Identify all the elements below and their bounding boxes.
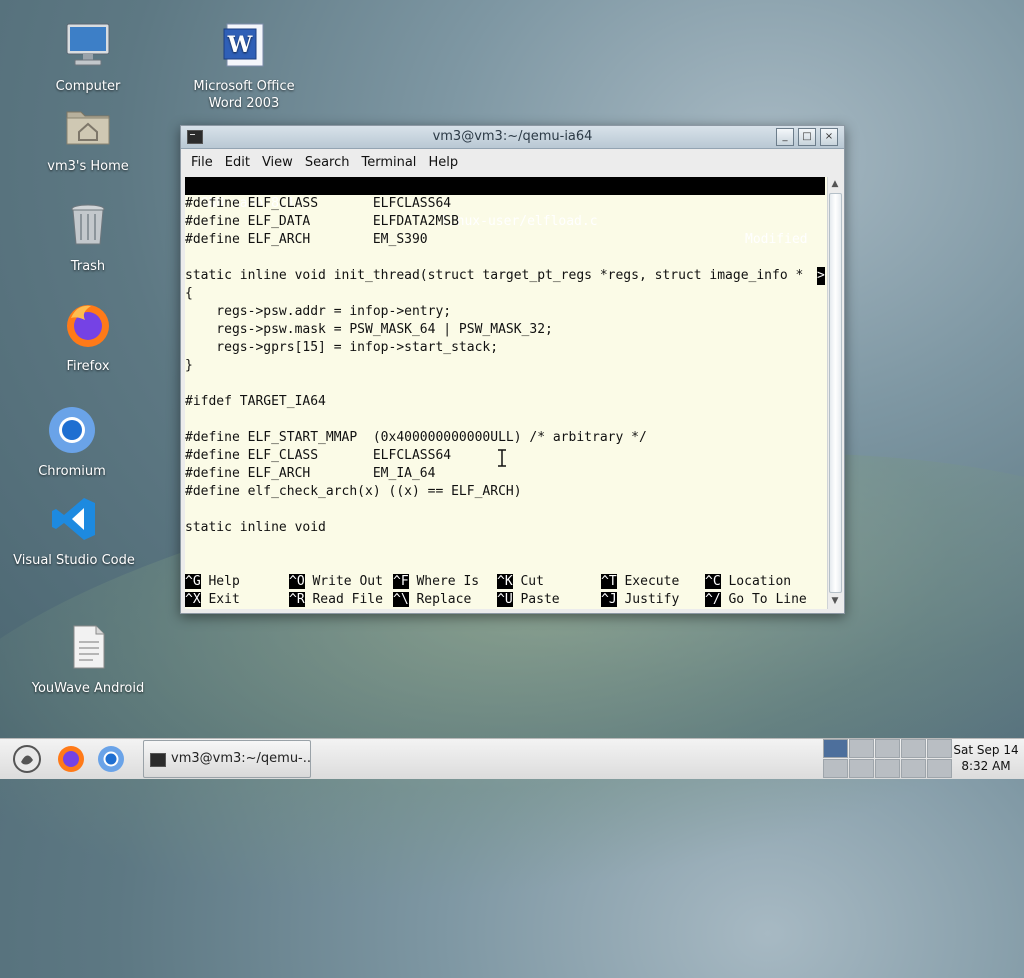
desktop-icon-label: YouWave Android — [31, 681, 145, 696]
desktop-icon-chromium[interactable]: Chromium — [7, 405, 137, 480]
close-button[interactable]: × — [820, 128, 838, 146]
workspace-5[interactable] — [927, 739, 952, 758]
workspace-3[interactable] — [875, 739, 900, 758]
taskbar-task-label: vm3@vm3:~/qemu-... — [171, 751, 311, 766]
chromium-icon — [49, 407, 95, 453]
shortcut-read-file[interactable]: ^R Read File — [289, 591, 383, 609]
minimize-button[interactable]: _ — [776, 128, 794, 146]
desktop-icon-trash[interactable]: Trash — [23, 200, 153, 275]
desktop-icon-label: Firefox — [66, 359, 110, 374]
desktop-icon-label: Trash — [70, 259, 106, 274]
terminal-icon — [150, 753, 166, 767]
code-line: #define ELF_CLASS ELFCLASS64 — [185, 448, 452, 463]
workspace-1[interactable] — [823, 739, 848, 758]
code-line: } — [185, 358, 193, 373]
desktop-icon-vscode[interactable]: Visual Studio Code — [9, 494, 139, 569]
terminal-content[interactable]: GNU nano 8.1 linux-user/elfload.c Modifi… — [185, 177, 827, 609]
window-title: vm3@vm3:~/qemu-ia64 — [432, 129, 593, 144]
desktop-icon-label: vm3's Home — [47, 159, 129, 174]
nano-filename: linux-user/elfload.c — [441, 214, 598, 229]
menu-help[interactable]: Help — [422, 155, 464, 170]
nano-header: GNU nano 8.1 linux-user/elfload.c Modifi… — [185, 177, 825, 247]
code-line: #ifdef TARGET_IA64 — [185, 394, 326, 409]
code-line: #define ELF_DATA ELFDATA2MSB — [185, 214, 459, 229]
workspace-pager[interactable] — [823, 739, 952, 778]
trash-icon — [71, 204, 105, 245]
desktop-icon-label: Computer — [55, 79, 121, 94]
code-line: #define ELF_ARCH EM_S390 — [185, 232, 428, 247]
code-line: #define elf_check_arch(x) ((x) == ELF_AR… — [185, 484, 522, 499]
workspace-2[interactable] — [849, 739, 874, 758]
workspace-9[interactable] — [901, 759, 926, 778]
shortcut-location[interactable]: ^C Location — [705, 573, 791, 591]
menu-file[interactable]: File — [185, 155, 219, 170]
shortcut-help[interactable]: ^G Help — [185, 573, 240, 591]
scrollbar-thumb[interactable] — [829, 193, 842, 593]
code-line: regs->gprs[15] = infop->start_stack; — [185, 340, 499, 355]
scroll-down-icon[interactable]: ▼ — [828, 594, 842, 608]
word-icon: W — [223, 23, 264, 67]
desktop-icon-label: Chromium — [38, 464, 106, 479]
clock-time: 8:32 AM — [961, 759, 1011, 773]
desktop-icon-youwave[interactable]: YouWave Android — [23, 622, 153, 697]
home-folder-icon — [66, 111, 110, 145]
workspace-4[interactable] — [901, 739, 926, 758]
taskbar: vm3@vm3:~/qemu-... Sat Sep 14 8:32 AM — [0, 738, 1024, 779]
code-line: #define ELF_START_MMAP (0x400000000000UL… — [185, 430, 647, 445]
shortcut-replace[interactable]: ^\ Replace — [393, 591, 471, 609]
taskbar-terminal-button[interactable]: vm3@vm3:~/qemu-... — [143, 740, 311, 778]
desktop-icon-computer[interactable]: Computer — [23, 20, 153, 95]
workspace-7[interactable] — [849, 759, 874, 778]
vscode-icon — [52, 498, 95, 540]
svg-text:W: W — [227, 32, 253, 58]
workspace-10[interactable] — [927, 759, 952, 778]
code-line: regs->psw.mask = PSW_MASK_64 | PSW_MASK_… — [185, 322, 553, 337]
shortcut-where-is[interactable]: ^F Where Is — [393, 573, 479, 591]
shortcut-exit[interactable]: ^X Exit — [185, 591, 240, 609]
maximize-button[interactable]: □ — [798, 128, 816, 146]
code-line: regs->psw.addr = infop->entry; — [185, 304, 452, 319]
menu-bar: File Edit View Search Terminal Help — [181, 149, 844, 175]
nano-modified: Modified — [745, 232, 824, 247]
workspace-6[interactable] — [823, 759, 848, 778]
workspace-8[interactable] — [875, 759, 900, 778]
window-titlebar[interactable]: vm3@vm3:~/qemu-ia64 _ □ × — [181, 126, 844, 149]
computer-icon — [66, 23, 110, 66]
shortcut-paste[interactable]: ^U Paste — [497, 591, 560, 609]
firefox-launcher-icon[interactable] — [56, 744, 86, 774]
text-cursor-icon — [498, 449, 506, 467]
desktop-icon-home[interactable]: vm3's Home — [23, 100, 153, 175]
terminal-window[interactable]: vm3@vm3:~/qemu-ia64 _ □ × File Edit View… — [180, 125, 845, 614]
desktop-icon-word[interactable]: W Microsoft Office Word 2003 — [179, 20, 309, 112]
line-overflow-marker: > — [817, 267, 825, 285]
menu-terminal[interactable]: Terminal — [355, 155, 422, 170]
clock[interactable]: Sat Sep 14 8:32 AM — [950, 742, 1022, 774]
menu-edit[interactable]: Edit — [219, 155, 256, 170]
shortcut-justify[interactable]: ^J Justify — [601, 591, 679, 609]
desktop-icon-label: Visual Studio Code — [13, 553, 135, 568]
code-line: static inline void init_thread(struct ta… — [185, 268, 804, 283]
firefox-icon — [67, 305, 109, 347]
shortcut-cut[interactable]: ^K Cut — [497, 573, 544, 591]
clock-date: Sat Sep 14 — [953, 743, 1019, 757]
code-line: #define ELF_CLASS ELFCLASS64 — [185, 196, 452, 211]
shortcut-execute[interactable]: ^T Execute — [601, 573, 679, 591]
shortcut-go-to-line[interactable]: ^/ Go To Line — [705, 591, 807, 609]
menu-search[interactable]: Search — [299, 155, 356, 170]
code-line: static inline void — [185, 520, 326, 535]
code-line: { — [185, 286, 193, 301]
scroll-up-icon[interactable]: ▲ — [828, 177, 842, 191]
menu-view[interactable]: View — [256, 155, 299, 170]
vertical-scrollbar[interactable]: ▲ ▼ — [827, 177, 842, 609]
code-line: #define ELF_ARCH EM_IA_64 — [185, 466, 436, 481]
desktop-icon-firefox[interactable]: Firefox — [23, 300, 153, 375]
chromium-launcher-icon[interactable] — [96, 744, 126, 774]
desktop-icon-label: Microsoft Office Word 2003 — [193, 79, 295, 111]
shortcut-write-out[interactable]: ^O Write Out — [289, 573, 383, 591]
document-icon — [73, 625, 105, 669]
start-menu-icon[interactable] — [12, 744, 42, 774]
